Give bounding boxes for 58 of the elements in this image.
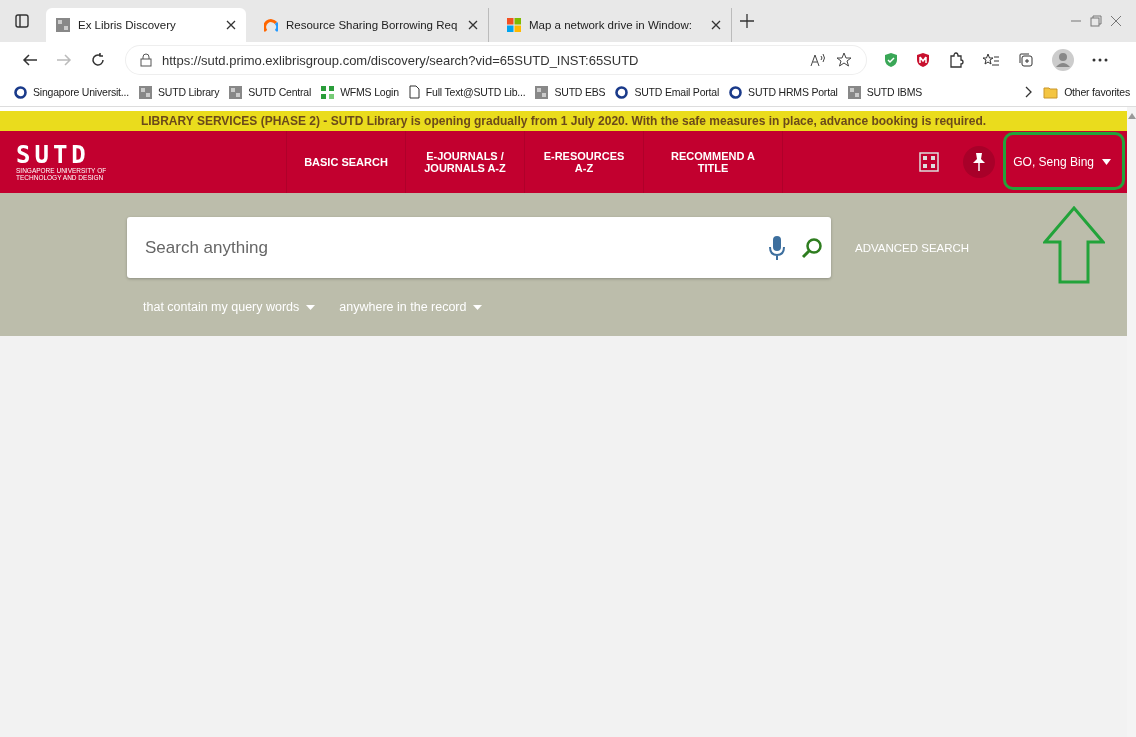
folder-icon: [1043, 85, 1059, 99]
squares-icon: [321, 85, 335, 99]
scrollbar[interactable]: [1127, 107, 1136, 737]
microphone-icon[interactable]: [769, 234, 785, 261]
notice-banner: LIBRARY SERVICES (PHASE 2) - SUTD Library is opening gradually from 1 July 2020. With the safe measures in place, advance booking is required.: [0, 111, 1127, 131]
refresh-icon[interactable]: [90, 52, 106, 68]
back-icon[interactable]: [22, 52, 38, 68]
close-icon[interactable]: [711, 20, 721, 30]
favorites-icon[interactable]: [982, 52, 1000, 68]
star-add-icon[interactable]: [836, 52, 852, 68]
favicon-icon: [535, 85, 549, 99]
bookmark[interactable]: SUTD Library: [139, 85, 220, 99]
browser-tab[interactable]: Map a network drive in Window:: [497, 8, 732, 42]
bookmark[interactable]: Full Text@SUTD Lib...: [408, 85, 526, 99]
profile-avatar-icon[interactable]: [1052, 49, 1074, 71]
lock-icon: [140, 53, 152, 67]
caret-icon: [1102, 159, 1111, 165]
chevron-right-icon[interactable]: [1025, 86, 1034, 98]
ring-icon: [729, 85, 743, 99]
bookmark[interactable]: SUTD EBS: [535, 85, 606, 99]
favicon-icon: [264, 18, 278, 32]
ring-icon: [615, 85, 629, 99]
shield-icon[interactable]: [916, 52, 930, 68]
scroll-up-icon[interactable]: [1127, 113, 1136, 119]
close-icon[interactable]: [226, 20, 236, 30]
browser-tab[interactable]: Ex Libris Discovery: [46, 8, 246, 42]
bookmark[interactable]: WFMS Login: [321, 85, 399, 99]
bookmark[interactable]: SUTD Central: [229, 85, 312, 99]
search-icon[interactable]: [801, 236, 823, 259]
favicon-icon: [56, 18, 70, 32]
search-field[interactable]: Search anything: [127, 217, 831, 278]
bookmark[interactable]: SUTD IBMS: [847, 85, 923, 99]
collections-icon[interactable]: [1018, 52, 1034, 68]
url-text: https://sutd.primo.exlibrisgroup.com/discovery/search?vid=65SUTD_INST:65SUTD: [162, 52, 639, 68]
page-icon: [408, 85, 420, 99]
address-bar[interactable]: https://sutd.primo.exlibrisgroup.com/discovery/search?vid=65SUTD_INST:65SUTD: [126, 46, 866, 74]
caret-icon: [306, 304, 316, 310]
ring-icon: [14, 85, 27, 99]
windows-logo-icon: [507, 18, 521, 32]
favicon-icon: [847, 85, 861, 99]
shield-icon[interactable]: [884, 52, 898, 68]
read-aloud-icon[interactable]: [810, 53, 826, 67]
bookmark[interactable]: SUTD HRMS Portal: [729, 85, 838, 99]
bookmark[interactable]: Singapore Universit...: [14, 85, 129, 99]
new-tab-icon[interactable]: [740, 14, 754, 28]
puzzle-icon[interactable]: [948, 52, 964, 68]
user-menu-button[interactable]: GO, Seng Bing: [1007, 147, 1117, 177]
tab-actions-icon[interactable]: [14, 13, 30, 29]
browser-tab[interactable]: Resource Sharing Borrowing Req: [254, 8, 489, 42]
favicon-icon: [229, 85, 243, 99]
more-icon[interactable]: [1092, 58, 1108, 62]
qr-code-icon[interactable]: [919, 152, 940, 172]
pin-icon[interactable]: [971, 152, 988, 172]
bookmark[interactable]: SUTD Email Portal: [615, 85, 720, 99]
caret-icon: [473, 304, 483, 310]
close-icon[interactable]: [468, 20, 478, 30]
favicon-icon: [139, 85, 152, 99]
bookmark-folder[interactable]: Other favorites: [1043, 85, 1130, 99]
